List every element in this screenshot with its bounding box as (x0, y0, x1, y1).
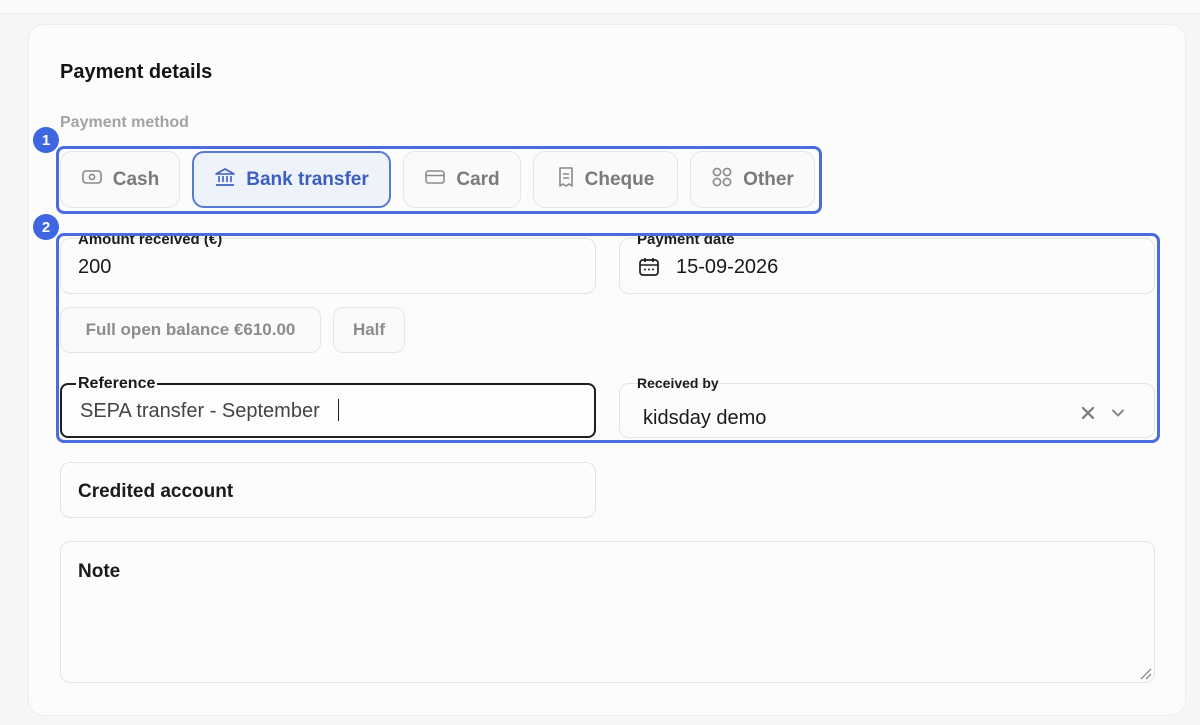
received-by-value: kidsday demo (643, 407, 767, 429)
grid-icon (711, 166, 733, 194)
chevron-down-icon[interactable] (1110, 405, 1126, 426)
method-other-label: Other (743, 168, 794, 190)
full-balance-button[interactable]: Full open balance €610.00 (60, 307, 321, 353)
cheque-icon (557, 166, 575, 194)
amount-label: Amount received (€) (78, 231, 223, 248)
top-strip (0, 0, 1200, 14)
payment-method-label: Payment method (60, 114, 189, 131)
note-label: Note (78, 561, 121, 582)
bank-icon (214, 166, 236, 194)
reference-value: SEPA transfer - September (80, 400, 320, 422)
payment-date-label: Payment date (637, 231, 735, 248)
payment-date-value: 15-09-2026 (676, 256, 779, 278)
close-icon[interactable] (1080, 405, 1096, 426)
amount-value: 200 (78, 256, 112, 278)
method-card-button[interactable]: Card (403, 151, 521, 208)
annotation-badge-2: 2 (33, 214, 59, 240)
calendar-icon (638, 256, 660, 283)
annotation-badge-1: 1 (33, 127, 59, 153)
method-other-button[interactable]: Other (690, 151, 815, 208)
received-by-label: Received by (637, 375, 719, 391)
half-button[interactable]: Half (333, 307, 405, 353)
method-cheque-label: Cheque (584, 168, 655, 190)
credited-account-label: Credited account (78, 481, 234, 502)
method-cash-label: Cash (112, 168, 160, 190)
text-caret (338, 399, 339, 421)
reference-label: Reference (76, 375, 158, 393)
method-bank-transfer-label: Bank transfer (246, 168, 369, 190)
method-card-label: Card (456, 168, 500, 190)
method-cash-button[interactable]: Cash (60, 151, 180, 208)
card-icon (424, 168, 446, 192)
resize-handle-icon[interactable] (1138, 666, 1152, 685)
cash-icon (81, 168, 103, 192)
method-bank-transfer-button[interactable]: Bank transfer (192, 151, 391, 208)
method-cheque-button[interactable]: Cheque (533, 151, 678, 208)
note-textarea[interactable] (60, 541, 1155, 683)
section-title: Payment details (60, 61, 213, 83)
received-by-controls (1080, 405, 1126, 426)
